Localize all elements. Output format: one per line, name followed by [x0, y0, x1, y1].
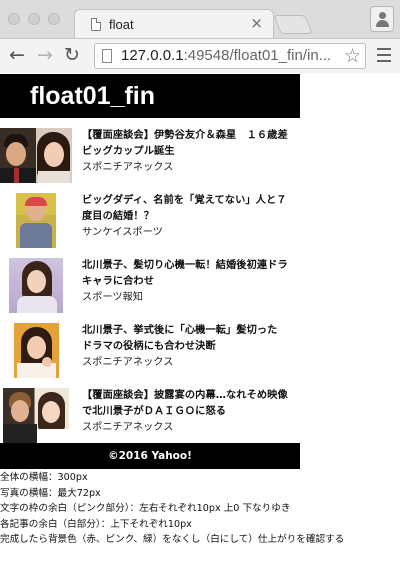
article-text: 【覆面座談会】伊勢谷友介＆森星 １６歳差ビッグカップル誕生 スポニチアネックス — [72, 128, 300, 173]
article-title[interactable]: 北川景子、髪切り心機一転！結婚後初連ドラキャラに合わせ — [82, 258, 290, 290]
address-bar[interactable]: 127.0.0.1:49548/float01_fin/in... ☆ — [94, 43, 366, 69]
tab-float[interactable]: float × — [74, 9, 274, 38]
article-title[interactable]: 【覆面座談会】伊勢谷友介＆森星 １６歳差ビッグカップル誕生 — [82, 128, 290, 160]
tab-close-icon[interactable]: × — [250, 14, 263, 32]
forward-arrow-icon[interactable]: → — [37, 43, 53, 67]
note-line: 写真の横幅：最大72px — [0, 487, 101, 499]
new-tab-button[interactable] — [273, 15, 313, 34]
article-text: 【覆面座談会】披露宴の内幕…なれそめ映像で北川景子がＤＡＩＧＯに怒る スポニチア… — [72, 388, 300, 433]
article-item[interactable]: 【覆面座談会】披露宴の内幕…なれそめ映像で北川景子がＤＡＩＧＯに怒る スポニチア… — [0, 378, 300, 443]
note-line: 文字の枠の余白（ピンク部分）：左右それぞれ10px 上0 下なりゆき — [0, 503, 291, 514]
note-line: 完成したら背景色（赤、ピンク、緑）をなくし（白にして）仕上がりを確認する — [0, 534, 345, 545]
article-photo[interactable] — [16, 193, 56, 248]
article-title[interactable]: ビッグダディ、名前を「覚えてない」人と７度目の結婚！？ — [82, 193, 290, 225]
page-title: float01_fin — [30, 82, 156, 110]
article-text: 北川景子、髪切り心機一転！結婚後初連ドラキャラに合わせ スポーツ報知 — [72, 258, 300, 303]
article-source: スポニチアネックス — [82, 422, 174, 433]
article-item[interactable]: 北川景子、挙式後に「心機一転」髪切った ドラマの役柄にも合わせ決断 スポニチアネ… — [0, 313, 300, 378]
article-photo-frame — [0, 388, 72, 443]
article-photo-frame — [0, 193, 72, 248]
article-source: スポニチアネックス — [82, 162, 174, 173]
article-text: 北川景子、挙式後に「心機一転」髪切った ドラマの役柄にも合わせ決断 スポニチアネ… — [72, 323, 300, 368]
note-line: 各記事の余白（白部分）：上下それぞれ10px — [0, 518, 192, 530]
window-close-button[interactable] — [8, 13, 20, 25]
article-photo[interactable] — [0, 128, 72, 183]
back-arrow-icon[interactable]: ← — [9, 43, 25, 67]
tab-strip: float × — [0, 0, 400, 38]
article-photo[interactable] — [3, 388, 69, 443]
hamburger-menu-icon[interactable] — [377, 48, 391, 63]
article-item[interactable]: 北川景子、髪切り心機一転！結婚後初連ドラキャラに合わせ スポーツ報知 — [0, 248, 300, 313]
article-item[interactable]: 【覆面座談会】伊勢谷友介＆森星 １６歳差ビッグカップル誕生 スポニチアネックス — [0, 118, 300, 183]
browser-chrome: float × ← → ↻ 127.0.0.1:49548/float01_fi… — [0, 0, 400, 73]
url-host: 127.0.0.1 — [121, 47, 184, 64]
article-text: ビッグダディ、名前を「覚えてない」人と７度目の結婚！？ サンケイスポーツ — [72, 193, 300, 238]
article-title[interactable]: 【覆面座談会】披露宴の内幕…なれそめ映像で北川景子がＤＡＩＧＯに怒る — [82, 388, 290, 420]
content-wrapper: float01_fin 【覆面座談会】伊勢谷友介＆森星 １６歳差ビッグカップル誕… — [0, 74, 300, 469]
window-zoom-button[interactable] — [48, 13, 60, 25]
page-icon — [102, 49, 112, 63]
page-icon — [91, 18, 101, 31]
article-photo-frame — [0, 258, 72, 313]
browser-toolbar: ← → ↻ 127.0.0.1:49548/float01_fin/in... … — [0, 38, 400, 73]
instruction-notes: 全体の横幅：300px 写真の横幅：最大72px 文字の枠の余白（ピンク部分）：… — [0, 469, 400, 548]
article-source: スポーツ報知 — [82, 292, 143, 303]
article-photo[interactable] — [9, 258, 63, 313]
star-icon[interactable]: ☆ — [344, 45, 361, 67]
url-path: :49548/float01_fin/in... — [183, 47, 332, 64]
article-source: サンケイスポーツ — [82, 227, 163, 238]
article-photo-frame — [0, 128, 72, 183]
article-source: スポニチアネックス — [82, 357, 174, 368]
window-minimize-button[interactable] — [28, 13, 40, 25]
page-header: float01_fin — [0, 74, 300, 118]
page-content: float01_fin 【覆面座談会】伊勢谷友介＆森星 １６歳差ビッグカップル誕… — [0, 74, 400, 548]
reload-icon[interactable]: ↻ — [64, 43, 80, 67]
page-footer: ©2016 Yahoo! — [0, 443, 300, 469]
person-icon-body — [376, 20, 389, 27]
article-photo[interactable] — [13, 323, 59, 378]
tab-title: float — [109, 17, 134, 32]
article-title[interactable]: 北川景子、挙式後に「心機一転」髪切った ドラマの役柄にも合わせ決断 — [82, 323, 290, 355]
article-photo-frame — [0, 323, 72, 378]
person-icon — [379, 12, 386, 19]
note-line: 全体の横幅：300px — [0, 472, 88, 483]
profile-button[interactable] — [370, 6, 394, 32]
article-item[interactable]: ビッグダディ、名前を「覚えてない」人と７度目の結婚！？ サンケイスポーツ — [0, 183, 300, 248]
url-text[interactable]: 127.0.0.1:49548/float01_fin/in... — [121, 47, 339, 64]
